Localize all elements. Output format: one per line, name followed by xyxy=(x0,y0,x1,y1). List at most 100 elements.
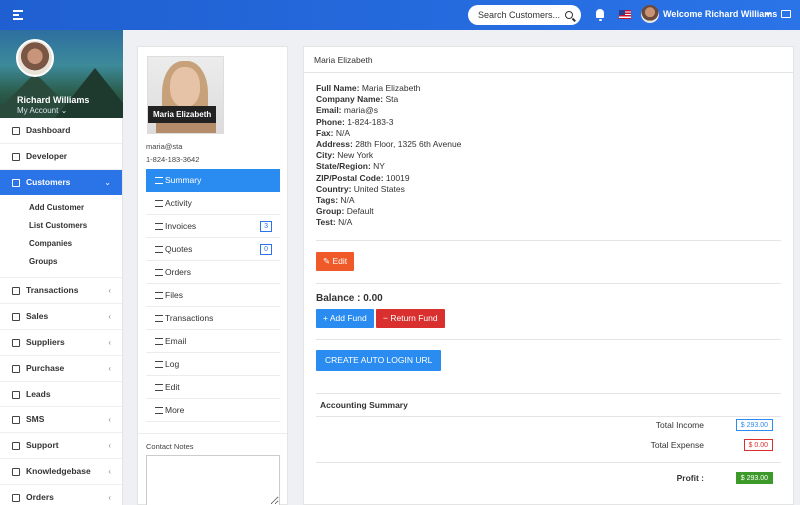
sms-icon xyxy=(12,416,20,425)
sidebar-item-purchase[interactable]: Purchase ‹ xyxy=(0,356,122,382)
sidebar-item-label: Support xyxy=(26,440,59,451)
search-icon[interactable] xyxy=(565,11,573,19)
flag-us-icon[interactable] xyxy=(619,10,631,19)
sidebar-item-customers[interactable]: Customers ⌄ xyxy=(0,169,122,196)
divider xyxy=(316,462,781,463)
sidebar-item-knowledgebase[interactable]: Knowledgebase ‹ xyxy=(0,459,122,485)
sidebar-item-leads[interactable]: Leads xyxy=(0,382,122,408)
sidebar-item-dashboard[interactable]: Dashboard xyxy=(0,118,122,144)
submenu-companies[interactable]: Companies xyxy=(0,235,122,253)
tab-label: Log xyxy=(165,359,180,369)
customer-profile-panel: Maria Elizabeth maria@sta 1-824-183-3642… xyxy=(137,46,288,505)
tab-files[interactable]: Files xyxy=(146,284,280,307)
search-input[interactable]: Search Customers... xyxy=(468,5,581,25)
pencil-icon: ✎ xyxy=(323,256,331,266)
tab-activity[interactable]: Activity xyxy=(146,192,280,215)
sidebar-item-developer[interactable]: Developer xyxy=(0,144,122,170)
sidebar-user-name: Richard Williams xyxy=(17,95,90,105)
return-fund-button[interactable]: − Return Fund xyxy=(376,309,445,328)
minus-icon: − xyxy=(383,313,388,323)
chevron-left-icon: ‹ xyxy=(108,363,111,373)
tab-summary[interactable]: Summary xyxy=(146,169,280,192)
detail-row: Group: Default xyxy=(316,206,374,217)
tab-label: More xyxy=(165,405,185,415)
message-icon[interactable] xyxy=(781,10,791,18)
tab-edit[interactable]: Edit xyxy=(146,376,280,399)
bell-icon[interactable] xyxy=(596,9,604,21)
pencil-icon xyxy=(155,384,163,391)
detail-row: Company Name: Sta xyxy=(316,94,399,105)
tab-more[interactable]: More xyxy=(146,399,280,422)
accounting-summary: Accounting Summary Total Income $ 293.00… xyxy=(316,393,781,505)
sidebar-item-label: Sales xyxy=(26,311,49,322)
quotes-count-badge: 0 xyxy=(260,244,272,255)
sidebar-item-sales[interactable]: Sales ‹ xyxy=(0,304,122,330)
profit-badge: $ 293.00 xyxy=(735,472,773,484)
tab-orders[interactable]: Orders xyxy=(146,261,280,284)
sidebar-item-transactions[interactable]: Transactions ‹ xyxy=(0,278,122,305)
customer-menu: Summary Activity Invoices 3 Quotes 0 Order… xyxy=(146,169,280,422)
contact-notes-textarea[interactable] xyxy=(146,455,280,505)
sidebar-item-support[interactable]: Support ‹ xyxy=(0,433,122,459)
edit-button[interactable]: ✎ Edit xyxy=(316,252,355,271)
chevron-left-icon: ‹ xyxy=(108,492,111,502)
sidebar-item-label: Purchase xyxy=(26,362,65,373)
tab-quotes[interactable]: Quotes 0 xyxy=(146,238,280,261)
customers-submenu: Add Customer List Customers Companies Gr… xyxy=(0,195,122,279)
create-auto-login-button[interactable]: CREATE AUTO LOGIN URL xyxy=(316,350,442,371)
submenu-list-customers[interactable]: List Customers xyxy=(0,217,122,235)
tab-log[interactable]: Log xyxy=(146,353,280,376)
suppliers-icon xyxy=(12,338,20,347)
chevron-left-icon: ‹ xyxy=(108,415,111,425)
tab-label: Activity xyxy=(165,198,192,208)
avatar[interactable] xyxy=(641,5,659,23)
chevron-left-icon: ‹ xyxy=(108,466,111,476)
chevron-down-icon[interactable] xyxy=(765,13,771,16)
sliders-icon xyxy=(155,361,163,368)
users-icon xyxy=(12,178,20,187)
envelope-icon xyxy=(155,338,163,345)
divider xyxy=(316,283,781,284)
file-icon xyxy=(155,292,163,299)
sidebar-item-suppliers[interactable]: Suppliers ‹ xyxy=(0,330,122,356)
sidebar-item-orders[interactable]: Orders ‹ xyxy=(0,485,122,505)
chevron-left-icon: ‹ xyxy=(108,312,111,322)
sidebar-item-sms[interactable]: SMS ‹ xyxy=(0,407,122,434)
submenu-groups[interactable]: Groups xyxy=(0,253,122,271)
tab-label: Quotes xyxy=(165,244,193,254)
sidebar: Richard Williams My Account ⌄ Dashboard … xyxy=(0,30,123,505)
purchase-icon xyxy=(12,364,20,373)
chevron-left-icon: ‹ xyxy=(108,337,111,347)
sidebar-item-label: SMS xyxy=(26,414,45,425)
welcome-user-menu[interactable]: Welcome Richard Williams xyxy=(663,9,777,19)
tab-label: Invoices xyxy=(165,221,197,231)
tab-invoices[interactable]: Invoices 3 xyxy=(146,215,280,238)
customer-email: maria@sta xyxy=(146,142,183,151)
menu-icon[interactable] xyxy=(13,10,23,20)
tab-label: Orders xyxy=(165,267,191,277)
tab-label: Transactions xyxy=(165,313,214,323)
avatar[interactable] xyxy=(16,39,54,77)
divider xyxy=(316,240,781,241)
add-fund-button[interactable]: + Add Fund xyxy=(316,309,374,328)
tab-email[interactable]: Email xyxy=(146,330,280,353)
my-account-label: My Account xyxy=(17,106,59,115)
total-income-label: Total Income xyxy=(655,420,704,430)
detail-row: City: New York xyxy=(316,150,374,161)
sidebar-item-label: Knowledgebase xyxy=(26,465,91,476)
table-icon xyxy=(155,315,163,322)
detail-row: State/Region: NY xyxy=(316,161,385,172)
sidebar-item-label: Dashboard xyxy=(26,125,71,135)
credit-card-icon xyxy=(155,223,163,230)
profit-label: Profit : xyxy=(676,473,704,483)
leads-icon xyxy=(12,390,20,399)
file-icon xyxy=(155,246,163,253)
my-account-link[interactable]: My Account ⌄ xyxy=(17,106,67,115)
orders-icon xyxy=(12,493,20,502)
support-icon xyxy=(12,442,20,451)
submenu-add-customer[interactable]: Add Customer xyxy=(0,199,122,217)
tab-transactions[interactable]: Transactions xyxy=(146,307,280,330)
total-income-badge: $ 293.00 xyxy=(735,419,773,431)
detail-row: ZIP/Postal Code: 10019 xyxy=(316,172,410,183)
sidebar-item-label: Customers xyxy=(26,176,71,187)
